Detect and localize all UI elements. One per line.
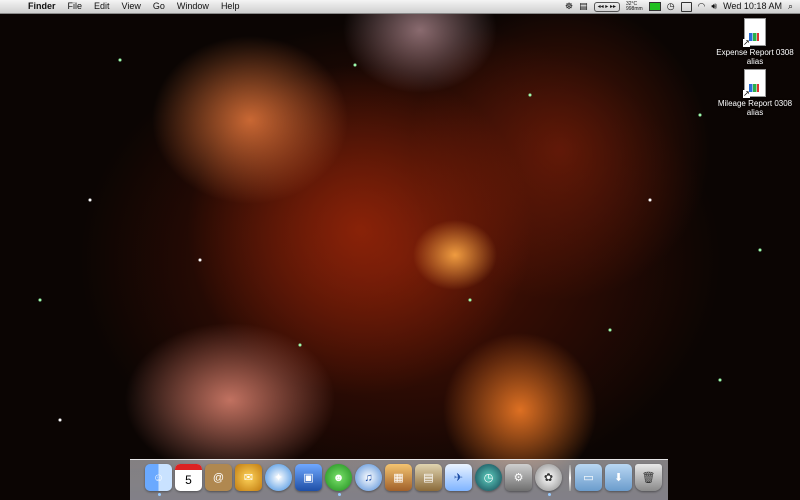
menu-bar: Finder File Edit View Go Window Help ☸ ▤…	[0, 0, 800, 14]
desktop-icon-label: Mileage Report 0308 alias	[717, 99, 793, 117]
dock-separator	[569, 465, 571, 491]
menu-clock[interactable]: Wed 10:18 AM	[720, 0, 785, 13]
battery-icon[interactable]	[646, 2, 664, 11]
preview-icon[interactable]: ▣	[295, 464, 322, 491]
downloads-icon[interactable]: ⬇	[605, 464, 632, 491]
display-icon[interactable]	[678, 1, 695, 12]
iphoto-icon[interactable]: ▦	[385, 464, 412, 491]
clipboard-icon[interactable]: ▤	[576, 0, 591, 13]
menu-view[interactable]: View	[116, 0, 147, 13]
wallpaper-stars	[0, 0, 800, 500]
menu-window[interactable]: Window	[171, 0, 215, 13]
calendar-day: 5	[185, 472, 192, 487]
wifi-icon[interactable]: ◠	[695, 0, 709, 13]
menu-help[interactable]: Help	[215, 0, 246, 13]
volume-icon[interactable]: 🔊︎	[708, 0, 720, 13]
desktop-icon-mileage-report[interactable]: ↗ Mileage Report 0308 alias	[710, 69, 800, 117]
adium-icon[interactable]: ☻	[325, 464, 352, 496]
document-alias-icon: ↗	[743, 69, 766, 98]
stacks-icon[interactable]: ✿	[535, 464, 562, 496]
menu-go[interactable]: Go	[147, 0, 171, 13]
menu-file[interactable]: File	[62, 0, 89, 13]
system-preferences-icon[interactable]: ⚙	[505, 464, 532, 491]
mail-stamp-icon[interactable]: ✈	[445, 464, 472, 491]
trash-icon[interactable]: 🗑︎	[635, 464, 662, 491]
finder-icon[interactable]: ☺	[145, 464, 172, 496]
menu-app-name[interactable]: Finder	[22, 0, 62, 13]
mail-icon[interactable]: ✉	[235, 464, 262, 491]
desktop-icon-expense-report[interactable]: ↗ Expense Report 0308 alias	[710, 18, 800, 66]
address-book-icon[interactable]: @	[205, 464, 232, 491]
time-machine-menu-icon[interactable]: ◷	[664, 0, 678, 13]
desktop-icon-label: Expense Report 0308 alias	[716, 48, 794, 66]
weather-pressure: 998mm	[626, 5, 643, 12]
document-alias-icon: ↗	[743, 18, 766, 47]
spotlight-search-icon[interactable]: ⌕	[785, 0, 796, 13]
media-controls-icon[interactable]: ◂◂ ▸ ▸▸	[591, 1, 623, 12]
folder-icon[interactable]: ▭	[575, 464, 602, 491]
safari-icon[interactable]: ✦	[265, 464, 292, 491]
menu-edit[interactable]: Edit	[88, 0, 116, 13]
weather-widget[interactable]: 32°C 998mm	[623, 1, 646, 12]
time-machine-icon[interactable]: ◷	[475, 464, 502, 491]
script-menu-icon[interactable]: ☸	[562, 0, 576, 13]
desktop[interactable]: Finder File Edit View Go Window Help ☸ ▤…	[0, 0, 800, 500]
iphoto-library-icon[interactable]: ▤	[415, 464, 442, 491]
ical-icon[interactable]: 5	[175, 464, 202, 491]
dock-items: ☺ 5 @ ✉ ✦ ▣ ☻ ♫ ▦ ▤ ✈ ◷ ⚙ ✿ ▭ ⬇ 🗑︎	[145, 461, 665, 496]
itunes-icon[interactable]: ♫	[355, 464, 382, 491]
